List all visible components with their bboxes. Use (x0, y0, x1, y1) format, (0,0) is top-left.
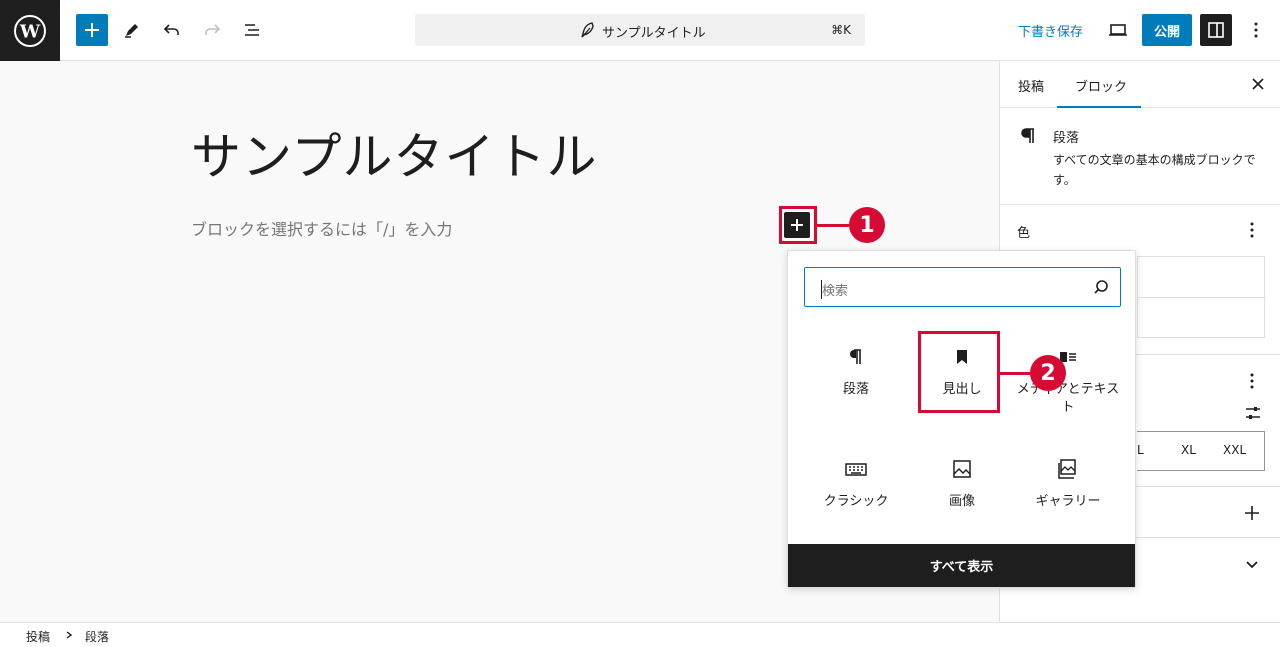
wordpress-logo-icon[interactable]: W (0, 0, 60, 61)
document-title: サンプルタイトル (602, 26, 706, 41)
block-inserter-toggle-button[interactable] (76, 14, 108, 46)
close-icon[interactable] (1249, 75, 1267, 93)
color-panel-title: 色 (1017, 226, 1031, 241)
undo-icon (163, 24, 179, 35)
search-icon (1094, 280, 1108, 294)
font-size-option[interactable]: XXL (1223, 443, 1246, 457)
block-card-description: すべての文章の基本の構成ブロックです。 (1053, 153, 1256, 187)
block-option-label: 画像 (948, 494, 975, 509)
list-view-icon (245, 24, 259, 36)
breadcrumb: 投稿 段落 (0, 622, 1280, 647)
chevron-right-icon (66, 631, 73, 639)
command-palette-bar[interactable]: サンプルタイトル ⌘K (415, 14, 865, 46)
editor-header: W サンプルタイトル ⌘K 下書き保存 公開 (0, 0, 1280, 61)
settings-sliders-icon[interactable] (1243, 403, 1263, 423)
divider (1138, 297, 1266, 298)
wordpress-icon: W (14, 14, 46, 47)
search-placeholder: 検索 (821, 280, 848, 299)
breadcrumb-item-post[interactable]: 投稿 (26, 628, 50, 645)
image-icon (953, 460, 971, 478)
undo-button[interactable] (156, 14, 188, 46)
color-options[interactable] (1137, 256, 1266, 338)
font-size-option[interactable]: L (1137, 443, 1144, 457)
block-search-input[interactable]: 検索 (804, 267, 1121, 307)
block-option-label: ギャラリー (1035, 494, 1101, 509)
preview-button[interactable] (1102, 14, 1134, 46)
annotation-line (1000, 372, 1033, 375)
font-size-picker: L XL XXL (1137, 431, 1265, 471)
pencil-icon (125, 24, 138, 38)
vertical-dots-icon (1254, 22, 1258, 38)
block-option-classic[interactable]: クラシック (804, 457, 908, 511)
plus-icon (85, 23, 99, 37)
settings-toggle-button[interactable] (1200, 14, 1232, 46)
block-card: 段落 すべての文章の基本の構成ブロックです。 (1000, 108, 1280, 205)
font-size-option[interactable]: XL (1181, 443, 1196, 457)
gallery-icon (1058, 459, 1076, 479)
vertical-dots-icon[interactable] (1242, 220, 1262, 240)
block-option-image[interactable]: 画像 (910, 457, 1014, 511)
quick-inserter-popover: 検索 段落 見出し メディアとテキスト クラシック 画像 ギャラリー すべて表示 (787, 250, 1136, 588)
block-option-label: クラシック (823, 494, 889, 509)
redo-button[interactable] (196, 14, 228, 46)
plus-icon[interactable] (1241, 502, 1263, 524)
block-option-label: メディアとテキスト (1016, 382, 1120, 415)
vertical-dots-icon[interactable] (1242, 371, 1262, 391)
breadcrumb-item-paragraph[interactable]: 段落 (85, 628, 109, 645)
tab-post[interactable]: 投稿 (1018, 76, 1044, 95)
step-badge: 2 (1030, 355, 1066, 391)
block-card-title: 段落 (1053, 131, 1080, 146)
chevron-down-icon[interactable] (1241, 553, 1263, 575)
block-option-gallery[interactable]: ギャラリー (1016, 457, 1120, 511)
empty-paragraph-placeholder[interactable]: ブロックを選択するには「/」を入力 (191, 216, 452, 240)
block-option-label: 段落 (842, 382, 869, 397)
svg-text:W: W (19, 21, 41, 42)
highlight-box (779, 206, 817, 244)
step-badge: 1 (849, 207, 885, 243)
annotation-line (817, 224, 849, 227)
paragraph-icon (850, 349, 861, 364)
tools-button[interactable] (116, 14, 148, 46)
post-title[interactable]: サンプルタイトル (191, 117, 598, 189)
publish-button[interactable]: 公開 (1142, 14, 1192, 46)
keyboard-shortcut: ⌘K (831, 23, 851, 37)
redo-icon (205, 24, 221, 35)
keyboard-icon (845, 463, 867, 476)
sidebar-tabs: 投稿 ブロック (1000, 61, 1280, 108)
sidebar-icon (1208, 22, 1224, 38)
save-draft-button[interactable]: 下書き保存 (1018, 21, 1083, 40)
feather-icon (581, 22, 594, 38)
block-option-paragraph[interactable]: 段落 (804, 345, 908, 399)
document-overview-button[interactable] (236, 14, 268, 46)
highlight-box (918, 331, 1000, 413)
browse-all-button[interactable]: すべて表示 (788, 544, 1135, 587)
options-menu-button[interactable] (1240, 14, 1272, 46)
paragraph-icon (1021, 128, 1034, 143)
desktop-icon (1109, 24, 1127, 36)
tab-block[interactable]: ブロック (1075, 76, 1127, 95)
